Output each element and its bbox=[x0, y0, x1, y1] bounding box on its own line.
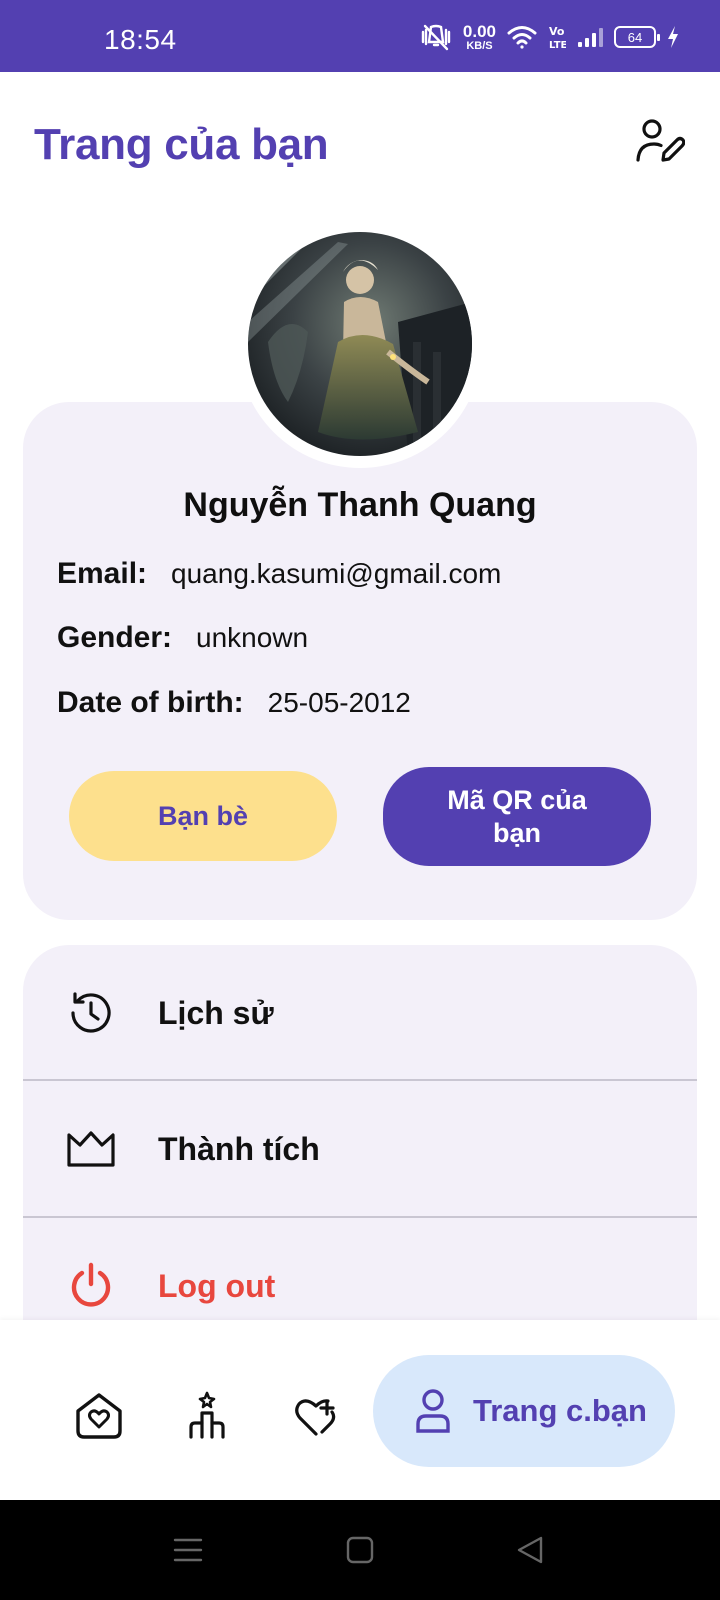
svg-text:Vo: Vo bbox=[549, 25, 565, 38]
vibrate-icon bbox=[419, 22, 453, 52]
gender-value: unknown bbox=[196, 622, 309, 653]
menu-card: Lịch sử Thành tích Log out bbox=[23, 945, 697, 1365]
edit-profile-button[interactable] bbox=[632, 116, 688, 172]
history-icon bbox=[65, 987, 117, 1039]
svg-text:LTE: LTE bbox=[549, 40, 566, 50]
email-label: Email: bbox=[57, 557, 148, 590]
wifi-icon bbox=[506, 24, 538, 50]
battery-indicator: 64 bbox=[614, 26, 660, 48]
volte-icon: Vo LTE bbox=[548, 24, 566, 50]
friends-button-label: Bạn bè bbox=[157, 800, 249, 831]
home-system-button[interactable] bbox=[338, 1530, 382, 1574]
menu-item-achievements-label: Thành tích bbox=[158, 1130, 320, 1167]
menu-item-history-label: Lịch sử bbox=[158, 994, 274, 1031]
dob-value: 25-05-2012 bbox=[267, 687, 411, 718]
user-edit-icon bbox=[635, 117, 686, 172]
heart-plus-icon bbox=[292, 1394, 340, 1443]
nav-home[interactable] bbox=[71, 1390, 127, 1446]
power-icon bbox=[65, 1260, 117, 1312]
menu-item-history[interactable]: Lịch sử bbox=[23, 945, 697, 1081]
signal-icon bbox=[576, 25, 604, 49]
gender-label: Gender: bbox=[57, 621, 173, 654]
email-row: Email: quang.kasumi@gmail.com bbox=[57, 557, 501, 591]
bottom-nav: Trang c.bạn bbox=[0, 1320, 720, 1500]
status-icons: 0.00 KB/S Vo LTE 64 bbox=[419, 20, 680, 54]
network-speed-unit: KB/S bbox=[466, 39, 493, 52]
status-time: 18:54 bbox=[104, 24, 177, 55]
avatar[interactable] bbox=[248, 232, 472, 456]
menu-lines-icon bbox=[172, 1536, 204, 1569]
menu-item-achievements[interactable]: Thành tích bbox=[23, 1081, 697, 1217]
qr-code-button-label: Mã QR của bạn bbox=[447, 784, 587, 848]
candle-icon bbox=[185, 1389, 235, 1448]
nav-candle[interactable] bbox=[182, 1390, 238, 1446]
crown-icon bbox=[65, 1123, 117, 1175]
menu-item-logout-label: Log out bbox=[158, 1267, 276, 1304]
gender-row: Gender: unknown bbox=[57, 621, 308, 655]
nav-favorites[interactable] bbox=[288, 1390, 344, 1446]
qr-code-button[interactable]: Mã QR của bạn bbox=[383, 767, 651, 866]
nav-profile[interactable]: Trang c.bạn bbox=[373, 1355, 675, 1467]
back-triangle-icon bbox=[515, 1535, 545, 1570]
page-title: Trang của bạn bbox=[34, 120, 329, 169]
user-icon bbox=[407, 1385, 459, 1437]
friends-button[interactable]: Bạn bè bbox=[69, 771, 337, 861]
square-icon bbox=[345, 1535, 375, 1570]
nav-profile-label: Trang c.bạn bbox=[473, 1393, 647, 1428]
back-system-button[interactable] bbox=[508, 1530, 552, 1574]
dob-label: Date of birth: bbox=[57, 686, 244, 719]
recent-apps-button[interactable] bbox=[166, 1530, 210, 1574]
dob-row: Date of birth: 25-05-2012 bbox=[57, 686, 411, 720]
battery-level: 64 bbox=[627, 29, 643, 45]
home-heart-icon bbox=[74, 1391, 124, 1446]
status-bar: 18:54 0.00 KB/S Vo LTE 64 bbox=[0, 0, 720, 72]
system-nav-bar bbox=[0, 1500, 720, 1600]
user-name: Nguyễn Thanh Quang bbox=[183, 486, 537, 524]
email-value: quang.kasumi@gmail.com bbox=[171, 558, 502, 589]
network-speed: 0.00 KB/S bbox=[463, 23, 496, 52]
charging-icon bbox=[666, 25, 680, 49]
network-speed-value: 0.00 bbox=[462, 21, 496, 41]
